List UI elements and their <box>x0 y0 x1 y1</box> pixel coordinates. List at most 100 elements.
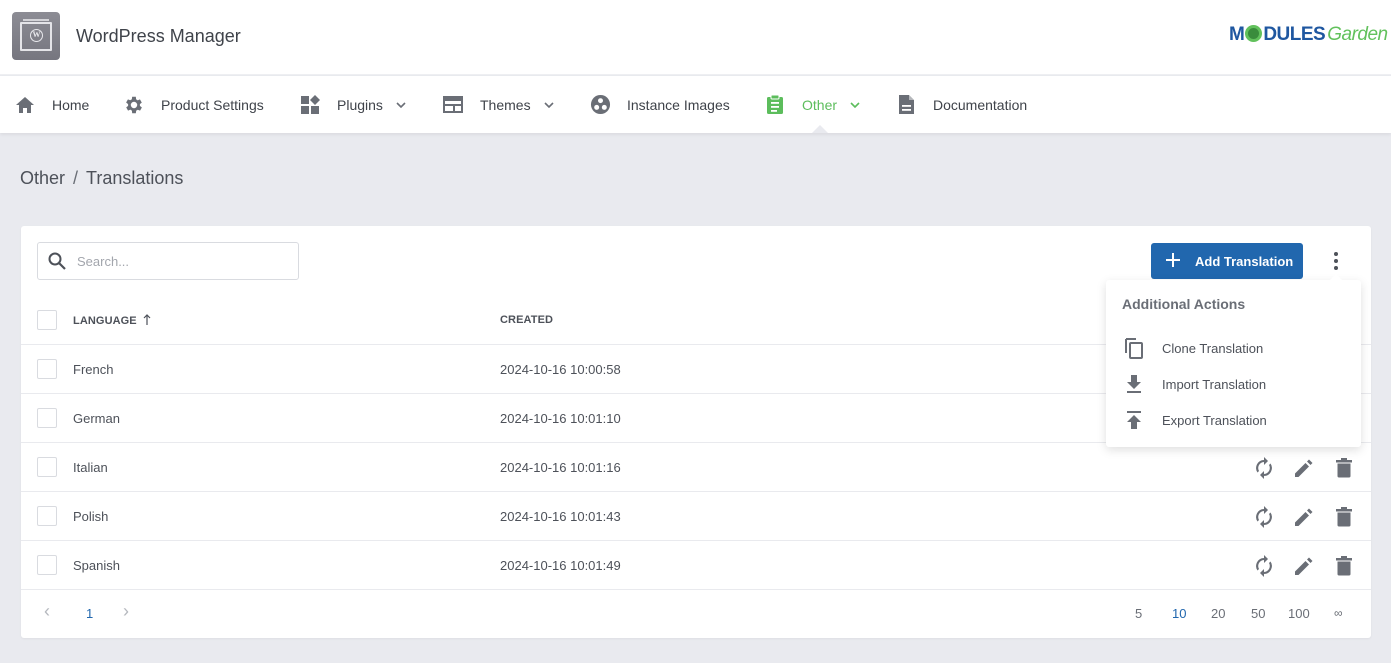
breadcrumb-parent[interactable]: Other <box>20 168 65 189</box>
search-box[interactable] <box>37 242 299 280</box>
row-actions <box>1253 457 1355 479</box>
document-icon <box>895 94 917 116</box>
page-size-50[interactable]: 50 <box>1251 606 1265 621</box>
sync-icon[interactable] <box>1253 555 1275 577</box>
menu-item-label: Import Translation <box>1162 376 1267 392</box>
chevron-down-icon <box>543 99 555 111</box>
breadcrumb-current: Translations <box>86 168 184 188</box>
page-size-5[interactable]: 5 <box>1135 606 1142 621</box>
row-actions <box>1253 506 1355 528</box>
sort-ascending-icon <box>143 314 151 328</box>
prev-page-button[interactable]: ‹ <box>44 601 50 622</box>
table-row[interactable]: Polish 2024-10-16 10:01:43 <box>21 492 1371 541</box>
web-layout-icon <box>442 94 464 116</box>
top-header: W WordPress Manager M DULES Garden <box>0 0 1391 75</box>
row-checkbox[interactable] <box>37 408 57 428</box>
home-icon <box>14 94 36 116</box>
created-cell: 2024-10-16 10:01:16 <box>500 460 621 475</box>
page-number[interactable]: 1 <box>86 606 93 621</box>
chevron-down-icon <box>849 99 861 111</box>
column-language[interactable]: LANGUAGE <box>73 314 151 328</box>
app-logo: W <box>12 12 60 60</box>
import-translation-item[interactable]: Import Translation <box>1122 369 1352 399</box>
more-actions-button[interactable] <box>1326 250 1346 272</box>
next-page-button[interactable]: › <box>123 601 129 622</box>
nav-item-documentation[interactable]: Documentation <box>895 76 1027 133</box>
column-label: CREATED <box>500 314 554 326</box>
row-checkbox[interactable] <box>37 506 57 526</box>
clone-translation-item[interactable]: Clone Translation <box>1122 333 1352 363</box>
nav-label: Instance Images <box>627 96 730 113</box>
created-cell: 2024-10-16 10:01:10 <box>500 411 621 426</box>
search-input[interactable] <box>77 253 277 269</box>
edit-icon[interactable] <box>1293 457 1315 479</box>
nav-item-product-settings[interactable]: Product Settings <box>123 76 264 133</box>
nav-item-plugins[interactable]: Plugins <box>299 76 407 133</box>
clipboard-icon <box>764 94 786 116</box>
modulesgarden-logo: M DULES Garden <box>1229 24 1388 46</box>
add-translation-button[interactable]: Add Translation <box>1151 243 1303 279</box>
language-cell: Spanish <box>73 558 120 573</box>
page-size-100[interactable]: 100 <box>1288 606 1310 621</box>
widgets-icon <box>299 94 321 116</box>
page-size-all[interactable]: ∞ <box>1334 606 1343 620</box>
language-cell: German <box>73 411 120 426</box>
language-cell: French <box>73 362 114 377</box>
nav-item-themes[interactable]: Themes <box>442 76 555 133</box>
wordpress-icon: W <box>30 29 43 42</box>
sync-icon[interactable] <box>1253 457 1275 479</box>
copy-icon <box>1122 336 1146 360</box>
globe-icon <box>1245 25 1263 42</box>
column-label: LANGUAGE <box>73 315 137 327</box>
pagination: ‹ 1 › 5 10 20 50 100 ∞ <box>21 591 1371 638</box>
nav-label: Documentation <box>933 96 1028 113</box>
gear-icon <box>123 94 145 116</box>
breadcrumb: Other / Translations <box>20 168 183 189</box>
nav-item-home[interactable]: Home <box>14 76 89 133</box>
nav-label: Plugins <box>337 96 383 113</box>
download-icon <box>1122 372 1146 396</box>
created-cell: 2024-10-16 10:00:58 <box>500 362 621 377</box>
brand-text-dules: DULES <box>1263 24 1326 45</box>
brand-text-m: M <box>1229 24 1245 45</box>
bubbles-icon <box>589 94 611 116</box>
page-size-10[interactable]: 10 <box>1172 606 1186 621</box>
search-icon <box>47 251 67 271</box>
column-created[interactable]: CREATED <box>500 314 553 326</box>
delete-icon[interactable] <box>1333 555 1355 577</box>
menu-item-label: Export Translation <box>1162 412 1267 428</box>
add-translation-label: Add Translation <box>1195 253 1294 269</box>
row-checkbox[interactable] <box>37 457 57 477</box>
menu-item-label: Clone Translation <box>1162 340 1264 356</box>
nav-label: Home <box>52 96 90 113</box>
active-nav-pointer <box>812 125 828 133</box>
app-title: WordPress Manager <box>76 26 241 46</box>
nav-label: Product Settings <box>161 96 264 113</box>
delete-icon[interactable] <box>1333 506 1355 528</box>
additional-actions-menu: Additional Actions Clone Translation Imp… <box>1106 274 1361 447</box>
sync-icon[interactable] <box>1253 506 1275 528</box>
row-checkbox[interactable] <box>37 359 57 379</box>
delete-icon[interactable] <box>1333 457 1355 479</box>
table-row[interactable]: Spanish 2024-10-16 10:01:49 <box>21 541 1371 590</box>
plus-icon <box>1165 252 1183 270</box>
breadcrumb-separator: / <box>73 168 79 188</box>
export-translation-item[interactable]: Export Translation <box>1122 405 1352 435</box>
nav-label: Themes <box>480 96 531 113</box>
row-actions <box>1253 555 1355 577</box>
nav-label: Other <box>802 96 838 113</box>
page-size-20[interactable]: 20 <box>1211 606 1225 621</box>
chevron-down-icon <box>395 99 407 111</box>
nav-item-instance-images[interactable]: Instance Images <box>589 76 730 133</box>
created-cell: 2024-10-16 10:01:43 <box>500 509 621 524</box>
main-nav: Home Product Settings Plugins Themes Ins… <box>0 76 1391 133</box>
menu-title: Additional Actions <box>1122 296 1246 312</box>
created-cell: 2024-10-16 10:01:49 <box>500 558 621 573</box>
edit-icon[interactable] <box>1293 555 1315 577</box>
language-cell: Polish <box>73 509 109 524</box>
select-all-checkbox[interactable] <box>37 310 57 330</box>
table-row[interactable]: Italian 2024-10-16 10:01:16 <box>21 443 1371 492</box>
brand-text-garden: Garden <box>1327 24 1388 45</box>
edit-icon[interactable] <box>1293 506 1315 528</box>
row-checkbox[interactable] <box>37 555 57 575</box>
